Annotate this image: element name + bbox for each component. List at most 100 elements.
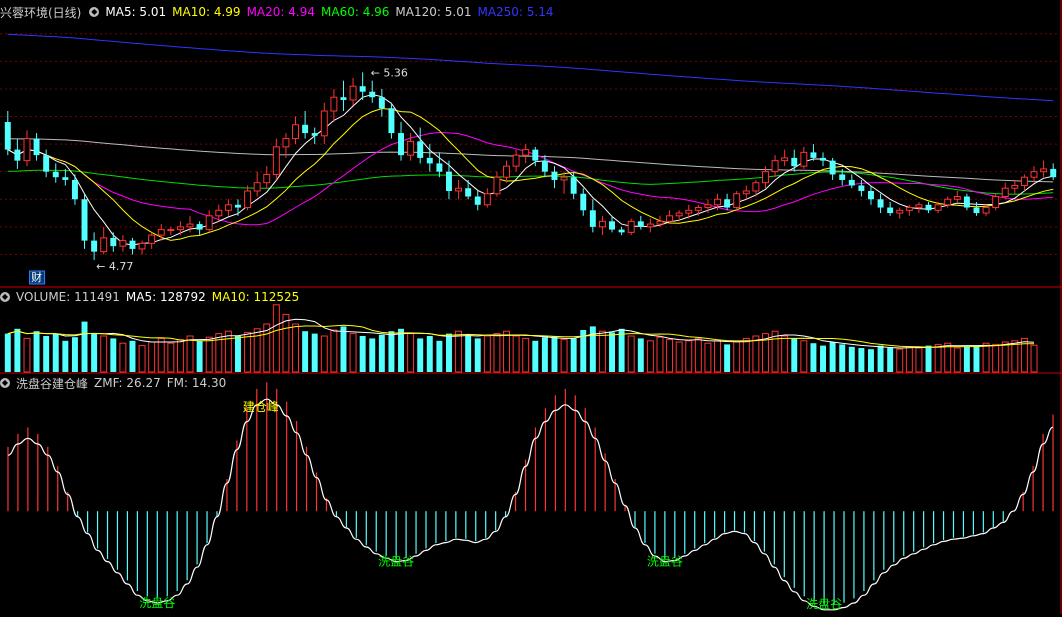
candle-body-up bbox=[598, 220, 606, 228]
wash-trough-label: 洗盘谷 bbox=[647, 554, 683, 569]
volume-bar-up bbox=[1011, 340, 1019, 373]
volume-bar-down bbox=[848, 346, 855, 372]
panel-frames bbox=[0, 0, 1062, 614]
volume-bar-up bbox=[282, 313, 290, 373]
volume-bar-up bbox=[512, 335, 520, 373]
volume-bar-up bbox=[771, 330, 779, 373]
volume-bar-up bbox=[1001, 341, 1009, 373]
volume-bar-down bbox=[609, 332, 615, 372]
volume-bar-up bbox=[800, 340, 808, 373]
zmf-line bbox=[7, 398, 1054, 611]
volume-bar-up bbox=[224, 330, 232, 373]
candle-body-up bbox=[666, 215, 674, 222]
zmf-label: ZMF: 26.27 bbox=[94, 376, 161, 390]
candle-body-down bbox=[637, 221, 644, 227]
volume-bar-down bbox=[129, 340, 136, 372]
volume-bar-up bbox=[493, 333, 501, 373]
candle-body-down bbox=[580, 193, 587, 211]
candle-body-up bbox=[483, 193, 491, 206]
settings-icon[interactable]: ◆ bbox=[89, 7, 100, 17]
candle-body-down bbox=[532, 149, 539, 161]
candle-body-down bbox=[791, 157, 798, 167]
volume-bar-up bbox=[167, 342, 175, 373]
candle-body-up bbox=[905, 207, 913, 211]
volume-bar-up bbox=[292, 323, 299, 373]
candle-body-down bbox=[340, 97, 347, 100]
volume-bar-down bbox=[474, 338, 481, 372]
volume-bar-up bbox=[781, 335, 789, 373]
candle-body-down bbox=[52, 171, 59, 178]
candle-body-down bbox=[551, 171, 558, 180]
volume-bar-down bbox=[359, 336, 366, 372]
volume-bar-down bbox=[858, 348, 865, 372]
candle-body-up bbox=[493, 176, 501, 195]
candle-body-down bbox=[417, 141, 424, 158]
volume-bar-up bbox=[176, 339, 184, 373]
candle-body-up bbox=[771, 160, 779, 173]
high-price-label: ← 5.36 bbox=[371, 66, 408, 79]
candle-body-down bbox=[829, 160, 836, 175]
candle-body-up bbox=[982, 207, 990, 214]
candle-body-up bbox=[100, 237, 108, 253]
volume-bar-down bbox=[551, 336, 558, 372]
candle-body-down bbox=[474, 196, 481, 205]
volume-bar-up bbox=[656, 336, 664, 373]
volume-bar-down bbox=[110, 338, 117, 372]
indicator-bars bbox=[7, 382, 1054, 605]
volume-bar-down bbox=[877, 345, 884, 372]
volume-bar-down bbox=[33, 331, 40, 372]
finance-event-label: 财 bbox=[31, 270, 42, 284]
volume-bar-up bbox=[905, 346, 913, 373]
candle-body-up bbox=[1001, 187, 1009, 198]
settings-icon[interactable]: ◆ bbox=[0, 292, 10, 302]
stock-title: 兴蓉环境(日线) bbox=[0, 5, 82, 20]
volume-bar-up bbox=[244, 331, 252, 373]
volume-bar-down bbox=[465, 336, 472, 372]
volume-bar-up bbox=[733, 341, 741, 373]
volume-bar-up bbox=[944, 342, 952, 373]
candle-body-down bbox=[820, 157, 826, 161]
candle-body-up bbox=[512, 154, 520, 167]
volume-bar-down bbox=[868, 349, 874, 372]
candle-body-up bbox=[522, 149, 530, 156]
candle-body-down bbox=[196, 224, 203, 230]
volume-ma10-label: MA10: 112525 bbox=[211, 290, 300, 304]
candle-body-up bbox=[627, 220, 635, 233]
candle-body-down bbox=[963, 196, 970, 208]
candle-body-down bbox=[426, 157, 433, 164]
candle-body-up bbox=[742, 190, 750, 195]
volume-bar-down bbox=[618, 328, 625, 372]
candle-body-down bbox=[4, 122, 11, 150]
volume-bar-down bbox=[541, 337, 548, 372]
candle-body-up bbox=[138, 242, 146, 250]
candle-body-down bbox=[810, 152, 817, 158]
candle-body-up bbox=[244, 190, 252, 209]
volume-bar-up bbox=[896, 348, 904, 373]
candle-body-up bbox=[224, 204, 232, 211]
candle-body-down bbox=[839, 174, 846, 180]
price-grid bbox=[0, 33, 1060, 255]
volume-bar-up bbox=[666, 339, 674, 373]
volume-bar-down bbox=[820, 345, 826, 372]
candle-body-up bbox=[560, 176, 568, 181]
candle-body-down bbox=[925, 204, 932, 211]
candle-body-up bbox=[915, 204, 923, 209]
candle-body-down bbox=[877, 199, 884, 208]
candle-body-up bbox=[23, 138, 31, 162]
volume-bar-down bbox=[417, 338, 424, 372]
candle-body-down bbox=[724, 199, 731, 208]
candle-body-up bbox=[292, 124, 299, 140]
candle-body-down bbox=[110, 237, 117, 247]
volume-header: ◆ VOLUME: 111491 MA5: 128792 MA10: 11252… bbox=[0, 289, 305, 305]
candle-body-up bbox=[148, 234, 156, 244]
volume-bar-up bbox=[742, 337, 750, 373]
candle-body-up bbox=[186, 223, 194, 228]
candle-body-up bbox=[215, 209, 223, 217]
settings-icon[interactable]: ◆ bbox=[0, 378, 10, 388]
candle-body-down bbox=[973, 207, 980, 214]
candle-body-up bbox=[646, 223, 654, 228]
candles bbox=[4, 72, 1057, 260]
candle-body-up bbox=[407, 140, 415, 156]
volume-bar-down bbox=[446, 333, 452, 372]
candle-body-down bbox=[81, 199, 88, 241]
